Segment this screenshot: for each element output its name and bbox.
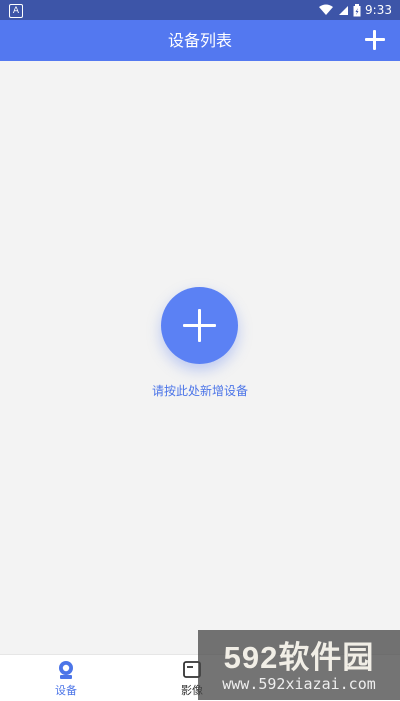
nav-tab-devices-label: 设备	[55, 684, 77, 697]
page-title: 设备列表	[167, 31, 232, 50]
watermark-brand: 592软件园	[223, 640, 375, 675]
app-header: 设备列表	[0, 20, 400, 61]
watermark-logo: 592软件园 www.592xiazai.com	[198, 630, 400, 700]
status-bar: A 9:33	[0, 0, 400, 20]
add-device-prompt[interactable]: 请按此处新增设备	[0, 382, 400, 399]
add-device-header-button[interactable]	[362, 27, 388, 53]
nav-tab-devices[interactable]: 设备	[36, 659, 96, 699]
status-icons: 9:33	[318, 0, 392, 20]
wifi-icon	[319, 4, 334, 15]
camera-icon	[59, 661, 73, 679]
signal-icon	[339, 6, 349, 15]
device-list-area: 请按此处新增设备	[0, 61, 400, 654]
status-time: 9:33	[365, 3, 392, 17]
watermark-url: www.592xiazai.com	[222, 675, 376, 693]
status-left-icon: A	[9, 4, 23, 18]
add-device-button[interactable]	[161, 287, 238, 364]
battery-icon	[353, 3, 361, 16]
